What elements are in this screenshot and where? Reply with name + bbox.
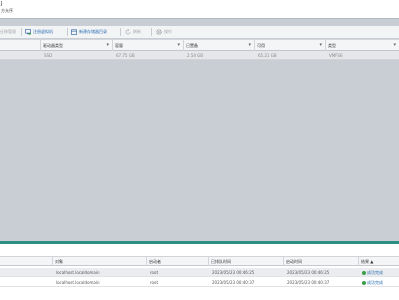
sort-arrow-icon: ▾ <box>177 42 180 48</box>
cell-queued: 2023/05/23 00:46:25 <box>212 270 255 275</box>
actions-label: 操作 <box>164 29 172 34</box>
new-folder-icon <box>71 29 77 35</box>
refresh-button[interactable]: 刷新 <box>125 26 141 38</box>
page-title: J <box>1 1 3 7</box>
success-icon <box>362 270 366 275</box>
cell-queued: 2023/05/23 00:40:37 <box>212 280 255 285</box>
title-area: J 方允序 <box>0 0 399 18</box>
success-icon <box>362 280 366 285</box>
cell-free: 65.21 GB <box>258 53 277 58</box>
column-result[interactable]: 结果 ▲ <box>358 257 399 266</box>
cell-capacity: 67.75 GB <box>116 53 135 58</box>
toolbar-separator <box>67 28 68 36</box>
refresh-label: 刷新 <box>133 29 141 34</box>
column-initiator[interactable]: 启动者 <box>146 257 208 266</box>
column-started[interactable]: 启动时间 <box>283 257 358 266</box>
column-task[interactable] <box>0 257 52 266</box>
sort-arrow-icon: ▾ <box>319 42 322 48</box>
cell-object: localhost.localdomain <box>56 280 100 285</box>
register-vm-icon <box>25 29 31 35</box>
sort-arrow-icon: ▾ <box>393 42 396 48</box>
column-provisioned[interactable]: 已置备 ▾ <box>183 40 254 51</box>
cell-started: 2023/05/23 00:46:25 <box>287 270 330 275</box>
column-capacity[interactable]: 容量 ▾ <box>112 40 183 51</box>
cell-task <box>0 268 2 277</box>
cell-name <box>0 51 2 60</box>
toolbar-separator <box>151 28 152 36</box>
recent-tasks-panel: 对象 启动者 已排队时间 启动时间 结果 ▲ localhost.localdo… <box>0 244 399 300</box>
new-folder-label: 新建存储器目录 <box>79 29 107 34</box>
divider <box>0 18 399 19</box>
cell-drive-type: SSD <box>44 53 53 58</box>
column-queued[interactable]: 已排队时间 <box>208 257 283 266</box>
cell-initiator: root <box>150 270 159 275</box>
datastore-grid-header: 驱动器类型 ▾ 容量 ▾ 已置备 ▾ 可用 ▾ 类型 ▾ <box>0 39 399 51</box>
toolbar-separator <box>120 28 121 36</box>
cell-result: 成功完成 <box>360 278 383 287</box>
page-subtitle: 方允序 <box>1 8 13 13</box>
cell-type: VMFS6 <box>329 53 343 58</box>
datastore-toolbar: 迁移管理 注册虚拟机 新建存储器目录 刷新 操作 <box>0 26 399 38</box>
sort-arrow-icon: ▾ <box>106 42 109 48</box>
cell-provisioned: 2.54 GB <box>187 53 204 58</box>
cell-result: 成功完成 <box>360 268 383 277</box>
gear-icon <box>156 29 162 35</box>
register-vm-label: 注册虚拟机 <box>33 29 53 34</box>
toolbar-separator <box>21 28 22 36</box>
register-vm-button[interactable]: 注册虚拟机 <box>25 26 53 38</box>
column-drive-type[interactable]: 驱动器类型 ▾ <box>40 40 112 51</box>
table-row[interactable]: SSD 67.75 GB 2.54 GB 65.21 GB VMFS6 <box>0 51 399 60</box>
column-object[interactable]: 对象 <box>52 257 146 266</box>
migrate-label: 迁移管理 <box>0 29 16 34</box>
cell-started: 2023/05/23 00:40:37 <box>287 280 330 285</box>
cell-initiator: root <box>150 280 159 285</box>
table-row[interactable]: localhost.localdomain root 2023/05/23 00… <box>0 268 399 277</box>
tasks-grid-header: 对象 启动者 已排队时间 启动时间 结果 ▲ <box>0 256 399 266</box>
cell-task <box>0 278 2 287</box>
column-free[interactable]: 可用 ▾ <box>254 40 325 51</box>
sort-arrow-icon: ▾ <box>248 42 251 48</box>
column-type[interactable]: 类型 ▾ <box>325 40 399 51</box>
new-folder-button[interactable]: 新建存储器目录 <box>71 26 107 38</box>
migrate-button[interactable]: 迁移管理 <box>0 26 16 38</box>
refresh-icon <box>125 29 131 35</box>
actions-button[interactable]: 操作 <box>156 26 172 38</box>
table-row[interactable]: localhost.localdomain root 2023/05/23 00… <box>0 278 399 287</box>
cell-object: localhost.localdomain <box>56 270 100 275</box>
column-name[interactable] <box>0 40 40 51</box>
